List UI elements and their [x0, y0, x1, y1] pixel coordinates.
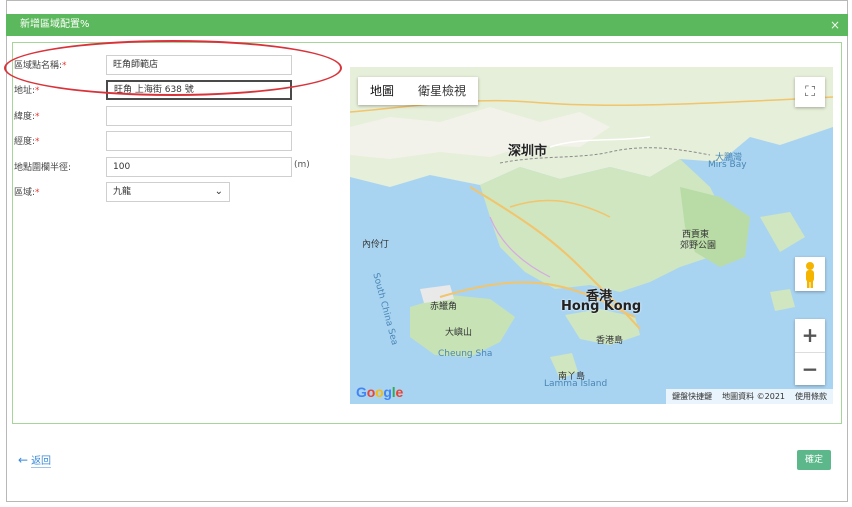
name-label: 區域點名稱:*	[14, 61, 67, 71]
map-label-shenzhen: 深圳市	[508, 144, 548, 159]
back-label: 返回	[31, 456, 52, 468]
latitude-input[interactable]	[106, 131, 292, 151]
region-select[interactable]: 九龍 ⌄	[106, 182, 230, 202]
zoom-in-button[interactable]: +	[795, 319, 825, 353]
radius-label: 地點圍欄半徑:	[14, 163, 72, 173]
map-type-control: 地圖 衛星檢視	[358, 77, 479, 105]
map-label-cheung-sha: Cheung Sha	[438, 349, 493, 359]
region-label: 區域:*	[14, 188, 40, 198]
back-arrow-icon: ←	[18, 453, 29, 467]
map-label-hongkong-en: Hong Kong	[561, 299, 642, 314]
back-link[interactable]: ← 返回	[18, 452, 52, 468]
keyboard-shortcuts-link[interactable]: 鍵盤快捷鍵	[672, 391, 712, 402]
address-label: 地址:*	[14, 86, 40, 96]
close-icon[interactable]: ×	[830, 14, 840, 36]
fullscreen-icon[interactable]: ⛶	[795, 77, 825, 107]
zoom-out-button[interactable]: −	[795, 353, 825, 386]
street-view-pegman-icon[interactable]	[795, 257, 825, 291]
radius-input[interactable]: 100	[106, 157, 292, 177]
map-label-hk-island: 香港島	[596, 336, 624, 346]
address-input[interactable]: 旺角 上海街 638 號	[106, 80, 292, 100]
map-label-yuen-island: 內伶仃	[362, 240, 390, 250]
region-select-value: 九龍	[113, 187, 132, 197]
latitude-label: 經度:*	[14, 137, 40, 147]
map-attribution: 鍵盤快捷鍵 地圖資料 ©2021 使用條款	[666, 389, 833, 404]
map-type-satellite-button[interactable]: 衛星檢視	[406, 77, 478, 105]
terms-link[interactable]: 使用條款	[795, 391, 827, 402]
zoom-control: + −	[795, 319, 825, 385]
map-canvas	[350, 67, 833, 404]
map-label-chek-lap-kok: 赤鱲角	[430, 302, 458, 312]
chevron-down-icon: ⌄	[214, 186, 223, 197]
dialog-title: 新增區域配置%	[20, 19, 90, 30]
radius-unit: (m)	[294, 160, 310, 170]
longitude-label: 緯度:*	[14, 112, 40, 122]
dialog-titlebar: 新增區域配置% ×	[6, 14, 848, 36]
confirm-button[interactable]: 確定	[797, 450, 831, 470]
longitude-input[interactable]	[106, 106, 292, 126]
map-type-map-button[interactable]: 地圖	[358, 77, 406, 105]
map-label-sai-kung-park: 郊野公園	[680, 241, 717, 251]
name-input[interactable]: 旺角師範店	[106, 55, 292, 75]
map-data-credit: 地圖資料 ©2021	[722, 392, 785, 401]
google-logo: Google	[356, 384, 404, 400]
map-label-mirs-bay-en: Mirs Bay	[708, 160, 747, 170]
map-label-lantau: 大嶼山	[445, 328, 473, 338]
map-label-lamma-en: Lamma Island	[544, 379, 608, 389]
map-view[interactable]: 地圖 衛星檢視 ⛶ + − 深圳市 香港 Hong Kong 大嶼山 赤鱲角 南…	[350, 67, 833, 404]
